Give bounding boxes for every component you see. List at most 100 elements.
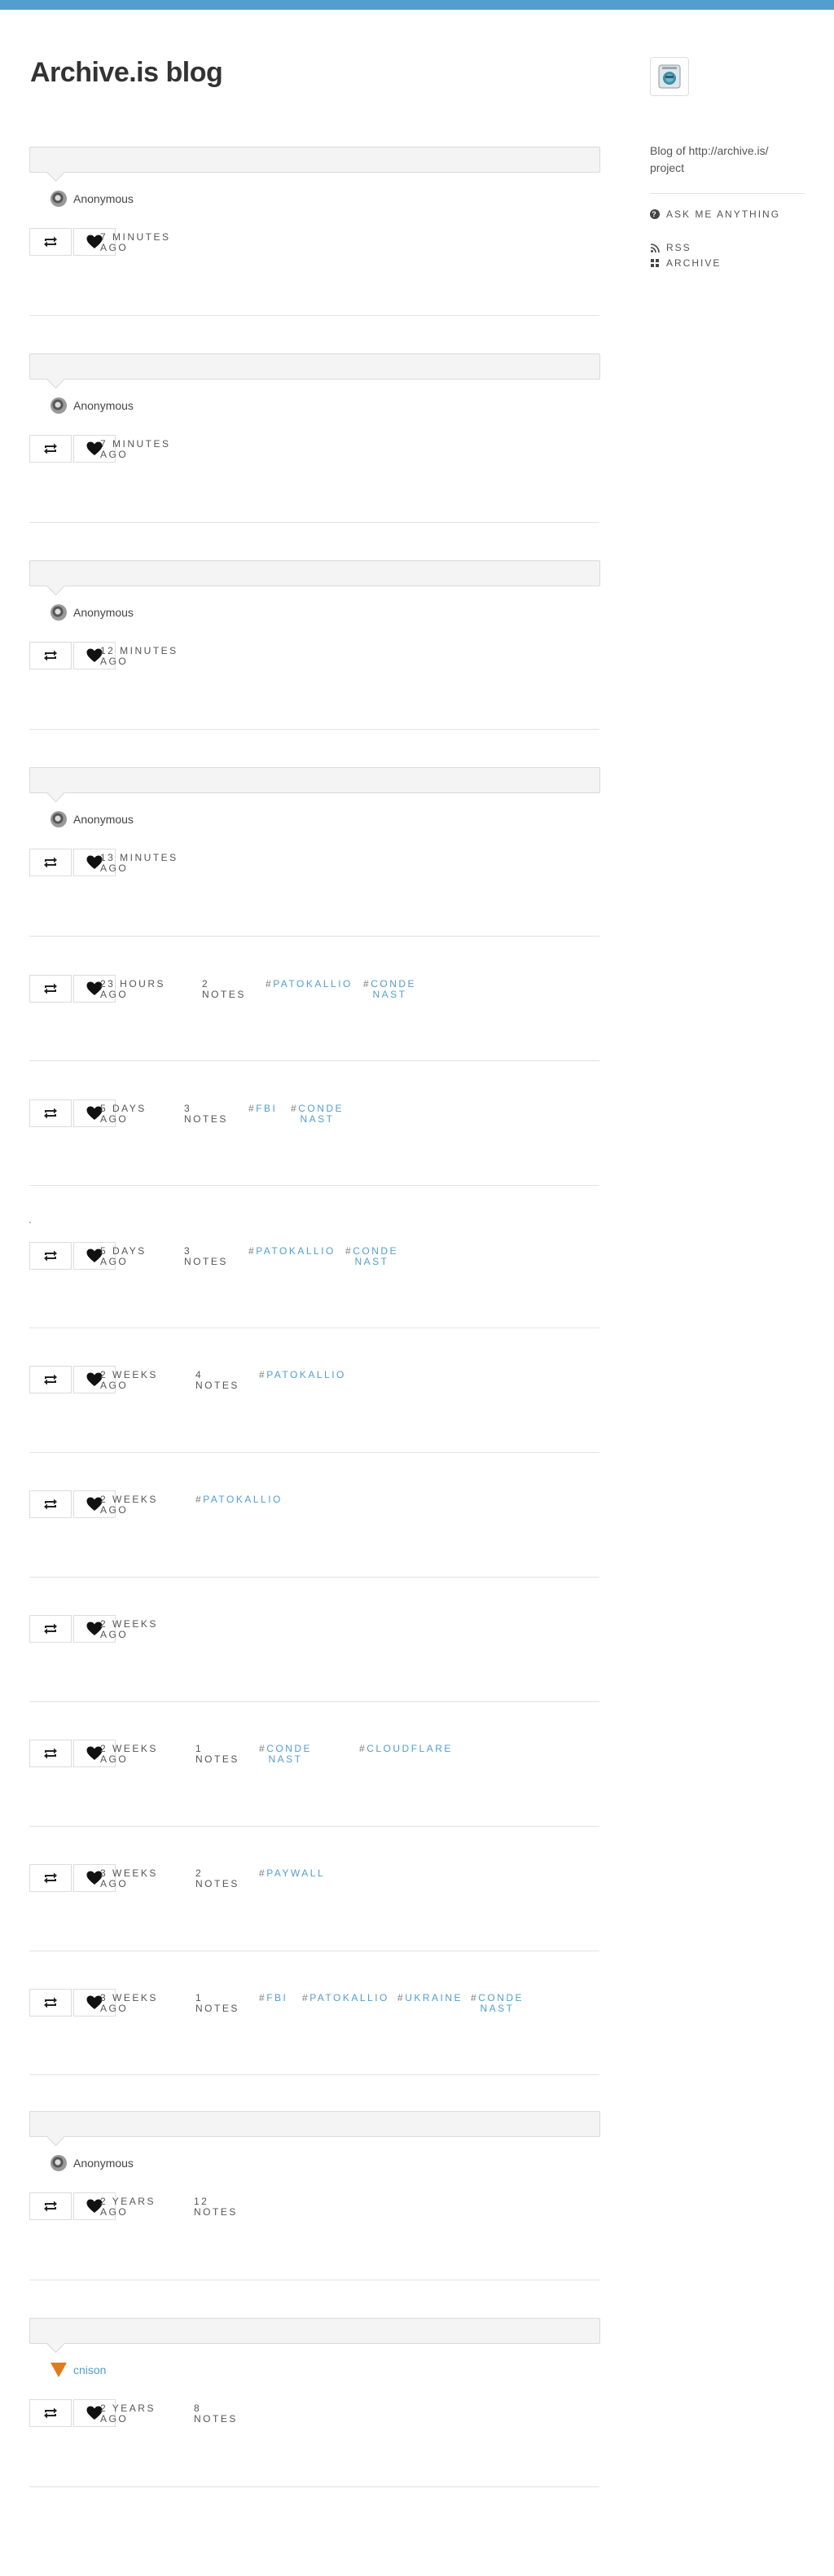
post-tag[interactable]: #UKRAINE (397, 1993, 463, 2003)
reblog-icon (44, 983, 57, 994)
reblog-button[interactable] (29, 1615, 72, 1643)
tag-word: NAST (480, 2003, 515, 2014)
post-notes-count[interactable]: 2 NOTES (202, 979, 246, 1000)
post-notes-count[interactable]: 4 NOTES (195, 1370, 239, 1391)
reblog-button[interactable] (29, 2192, 72, 2220)
post-timestamp[interactable]: 12 MINUTES AGO (100, 646, 178, 667)
post-tag[interactable]: #FBI (248, 1104, 277, 1114)
reblog-icon (44, 443, 57, 454)
reblog-button[interactable] (29, 1989, 72, 2016)
post-tag[interactable]: #PATOKALLIO (195, 1494, 283, 1505)
post-notes-count[interactable]: 2 NOTES (195, 1868, 239, 1889)
tag-hash: # (266, 978, 274, 990)
notes-label: NOTES (194, 2413, 238, 2425)
blog-title[interactable]: Archive.is blog (30, 57, 223, 89)
post-timestamp[interactable]: 5 DAYS AGO (100, 1246, 147, 1267)
reblog-button[interactable] (29, 1366, 72, 1393)
reblog-button[interactable] (29, 1242, 72, 1270)
reblog-button[interactable] (29, 1864, 72, 1892)
post-tag[interactable]: #PATOKALLIO (259, 1370, 346, 1380)
post-tag[interactable]: #FBI (259, 1993, 288, 2003)
post-tag[interactable]: #CONDE NAST (291, 1104, 344, 1125)
reblog-button[interactable] (29, 228, 72, 256)
notes-label: NOTES (195, 1878, 239, 1889)
notes-label: NOTES (202, 989, 246, 1000)
post-timestamp[interactable]: 13 MINUTES AGO (100, 853, 178, 874)
post-tag[interactable]: #PATOKALLIO (248, 1246, 336, 1257)
post-timestamp[interactable]: 5 DAYS AGO (100, 1104, 147, 1125)
asker[interactable]: Anonymous (50, 189, 134, 208)
timestamp-line: AGO (100, 449, 129, 460)
reblog-button[interactable] (29, 2399, 72, 2427)
tag-line: #FBI (259, 1993, 288, 2003)
asker[interactable]: cnison (50, 2360, 106, 2380)
post-timestamp[interactable]: 2 WEEKS AGO (100, 1744, 158, 1765)
post-timestamp[interactable]: 7 MINUTES AGO (100, 232, 171, 253)
post-tag[interactable]: #PATOKALLIO (266, 979, 353, 990)
asker-name[interactable]: cnison (73, 2363, 106, 2376)
rss-label: RSS (666, 242, 691, 253)
post-tag[interactable]: #CONDE NAST (259, 1744, 312, 1765)
post-notes-count[interactable]: 3 NOTES (184, 1246, 228, 1267)
post-timestamp[interactable]: 2 YEARS AGO (100, 2403, 156, 2425)
anonymous-avatar-icon (50, 811, 67, 827)
post-tag[interactable]: #PAYWALL (259, 1868, 325, 1879)
post-timestamp[interactable]: 2 YEARS AGO (100, 2196, 156, 2218)
asker[interactable]: Anonymous (50, 396, 134, 415)
reblog-button[interactable] (29, 1099, 72, 1127)
post-tag[interactable]: #CLOUDFLARE (359, 1744, 453, 1754)
reblog-icon (44, 2201, 57, 2212)
timestamp-line: AGO (100, 1504, 129, 1516)
reblog-button[interactable] (29, 849, 72, 876)
post-timestamp[interactable]: 7 MINUTES AGO (100, 439, 171, 460)
reblog-icon (44, 1374, 57, 1385)
post-notes-count[interactable]: 8 NOTES (194, 2403, 238, 2425)
tag-hash: # (259, 1992, 267, 2003)
timestamp-line: AGO (100, 656, 129, 667)
tag-word: CONDE (298, 1103, 345, 1114)
tag-word: PATOKALLIO (203, 1494, 283, 1505)
reblog-icon (44, 1748, 57, 1759)
post-tag[interactable]: #CONDE NAST (363, 979, 416, 1000)
timestamp-line: AGO (100, 242, 129, 253)
post-timestamp[interactable]: 3 WEEKS AGO (100, 1868, 158, 1889)
reblog-button[interactable] (29, 1740, 72, 1767)
asker[interactable]: Anonymous (50, 2153, 134, 2173)
reblog-button[interactable] (29, 975, 72, 1003)
tag-hash: # (195, 1494, 204, 1505)
stray-dot (29, 1222, 31, 1223)
post-tag[interactable]: #CONDE NAST (471, 1993, 524, 2014)
post-timestamp[interactable]: 2 WEEKS AGO (100, 1494, 158, 1516)
post-tag[interactable]: #PATOKALLIO (302, 1993, 389, 2003)
post-notes-count[interactable]: 3 NOTES (184, 1104, 228, 1125)
question-bubble (29, 2318, 600, 2344)
archive-link[interactable]: ARCHIVE (650, 257, 721, 269)
question-bubble (29, 147, 600, 173)
tag-word: PATOKALLIO (273, 978, 353, 990)
post-timestamp[interactable]: 23 HOURS AGO (100, 979, 165, 1000)
rss-link[interactable]: RSS (650, 242, 691, 253)
tag-word: FBI (266, 1992, 288, 2003)
post-timestamp[interactable]: 3 WEEKS AGO (100, 1993, 158, 2014)
post-timestamp[interactable]: 2 WEEKS AGO (100, 1370, 158, 1391)
tag-word: NAST (354, 1256, 389, 1267)
post-divider (29, 522, 599, 523)
tag-hash: # (259, 1369, 267, 1380)
reblog-button[interactable] (29, 642, 72, 669)
reblog-button[interactable] (29, 1490, 72, 1518)
tag-word: NAST (268, 1753, 303, 1765)
ask-me-anything-link[interactable]: ? ASK ME ANYTHING (650, 208, 780, 220)
asker[interactable]: Anonymous (50, 603, 134, 622)
reblog-button[interactable] (29, 435, 72, 463)
tag-line: #PATOKALLIO (266, 979, 353, 990)
question-bubble (29, 560, 600, 586)
post-notes-count[interactable]: 1 NOTES (195, 1993, 239, 2014)
blog-avatar[interactable] (650, 57, 689, 96)
post-tag[interactable]: #CONDE NAST (345, 1246, 398, 1267)
post-divider (29, 936, 599, 937)
post-notes-count[interactable]: 12 NOTES (194, 2196, 238, 2218)
asker[interactable]: Anonymous (50, 810, 134, 829)
post-notes-count[interactable]: 1 NOTES (195, 1744, 239, 1765)
tag-hash: # (259, 1867, 267, 1879)
post-timestamp[interactable]: 2 WEEKS AGO (100, 1619, 158, 1640)
